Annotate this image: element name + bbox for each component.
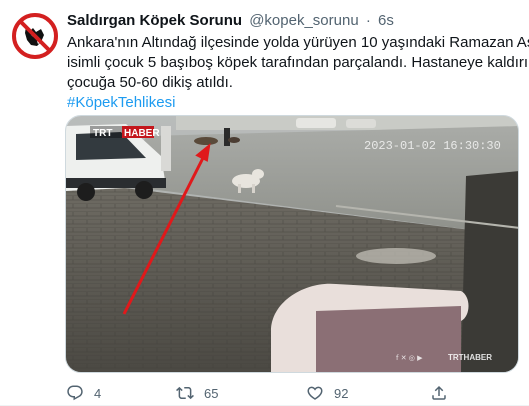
share-icon — [432, 385, 446, 400]
reply-count: 4 — [94, 385, 102, 401]
display-name[interactable]: Saldırgan Köpek Sorunu — [67, 12, 242, 29]
watermark-text: TRTHABER — [448, 353, 492, 362]
snow-patch — [356, 248, 436, 264]
video-frame: TRT HABER 2023-01-02 16:30:30 f ✕ ◎ ▶ TR… — [66, 116, 518, 372]
parked-car — [296, 118, 336, 128]
foreground-object — [271, 283, 469, 372]
logo-haber-text: HABER — [124, 128, 160, 139]
like-count: 92 — [334, 385, 349, 401]
no-dog-logo-icon — [11, 12, 59, 60]
logo-trt-text: TRT — [93, 128, 112, 139]
tweet-header: Saldırgan Köpek Sorunu @kopek_sorunu · 6… — [67, 11, 394, 31]
retweet-count: 65 — [204, 385, 219, 401]
parked-car — [346, 119, 376, 128]
share-button[interactable] — [430, 380, 458, 406]
tweet-actions: 4 65 92 — [62, 380, 522, 406]
hashtag-link[interactable]: #KöpekTehlikesi — [67, 93, 517, 113]
svg-text:f ✕ ◎ ▶: f ✕ ◎ ▶ — [396, 354, 423, 362]
wall — [461, 171, 518, 372]
cctv-timestamp: 2023-01-02 16:30:30 — [364, 139, 501, 153]
tweet-text: Ankara'nın Altındağ ilçesinde yolda yürü… — [67, 33, 529, 113]
tweet-text-line: isimli çocuk 5 başıboş köpek tarafından … — [67, 54, 529, 71]
pole — [161, 126, 171, 171]
tweet-video[interactable]: TRT HABER 2023-01-02 16:30:30 f ✕ ◎ ▶ TR… — [65, 115, 519, 373]
tweet-time[interactable]: 6s — [378, 12, 394, 29]
user-handle[interactable]: @kopek_sorunu — [249, 12, 358, 29]
tweet-text-line: çocuğa 50-60 dikiş atıldı. — [67, 74, 233, 91]
tweet-text-line: Ankara'nın Altındağ ilçesinde yolda yürü… — [67, 34, 529, 51]
social-watermark: f ✕ ◎ ▶ — [396, 354, 423, 362]
retweet-button[interactable]: 65 — [176, 380, 218, 406]
retweet-icon — [176, 386, 194, 400]
tweet[interactable]: Saldırgan Köpek Sorunu @kopek_sorunu · 6… — [0, 0, 529, 406]
reply-button[interactable]: 4 — [66, 380, 101, 406]
avatar[interactable] — [11, 12, 59, 60]
like-button[interactable]: 92 — [306, 380, 348, 406]
like-icon — [307, 386, 323, 400]
reply-icon — [67, 385, 83, 401]
separator-dot: · — [365, 12, 371, 29]
